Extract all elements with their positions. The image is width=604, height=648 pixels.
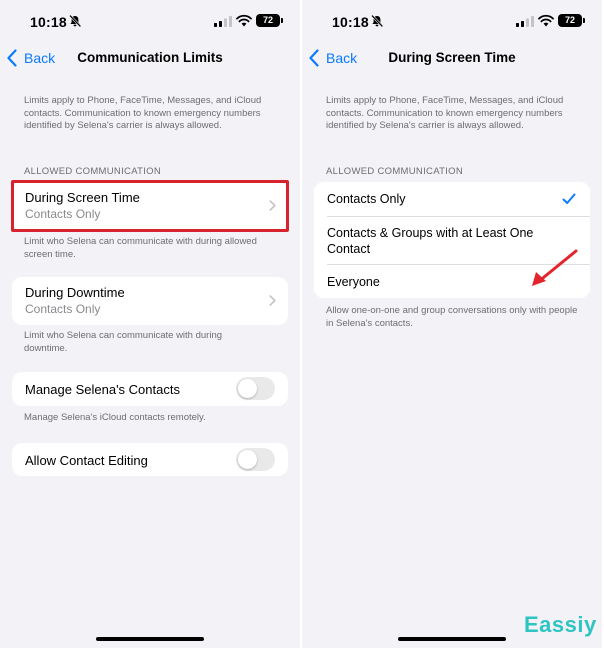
wifi-icon (236, 14, 252, 27)
option-contacts-only[interactable]: Contacts Only (314, 182, 590, 216)
status-bar: 10:18 72 (302, 0, 602, 44)
battery-indicator: 72 (558, 14, 582, 27)
manage-note: Manage Selena's iCloud contacts remotely… (24, 412, 206, 423)
section-header: ALLOWED COMMUNICATION (326, 166, 464, 177)
chevron-right-icon (269, 295, 276, 306)
status-time: 10:18 (332, 14, 369, 30)
screen-time-note: Limit who Selena can communicate with du… (24, 236, 257, 260)
row-label: Manage Selena's Contacts (25, 382, 180, 397)
battery-level: 72 (564, 15, 575, 25)
downtime-note: Limit who Selena can communicate with du… (24, 330, 223, 354)
battery-indicator: 72 (256, 14, 280, 27)
intro-text: Limits apply to Phone, FaceTime, Message… (24, 95, 262, 131)
manage-contacts-row: Manage Selena's Contacts (12, 372, 288, 406)
option-label: Contacts & Groups with at Least One Cont… (327, 226, 534, 256)
phone-during-screen-time: 10:18 72 Back During Screen Time Limits … (302, 0, 602, 648)
home-indicator (398, 637, 506, 641)
page-title: During Screen Time (388, 50, 516, 65)
screenshot-canvas: 10:18 72 Back Communication Limits Limit… (0, 0, 604, 648)
home-indicator (96, 637, 204, 641)
footer-note: Allow one-on-one and group conversations… (326, 305, 578, 329)
row-value: Contacts Only (25, 302, 101, 316)
manage-contacts-toggle[interactable] (236, 377, 275, 400)
toggle-knob (238, 379, 257, 398)
battery-cap (281, 18, 283, 23)
phone-communication-limits: 10:18 72 Back Communication Limits Limit… (0, 0, 300, 648)
option-label: Contacts Only (327, 192, 406, 206)
battery-level: 72 (262, 15, 273, 25)
bell-muted-icon (69, 14, 82, 28)
section-header: ALLOWED COMMUNICATION (24, 166, 162, 177)
row-title: During Downtime (25, 285, 125, 300)
highlight-box (11, 180, 289, 232)
cellular-signal-icon (214, 16, 232, 27)
bell-muted-icon (371, 14, 384, 28)
during-downtime-row[interactable]: During Downtime Contacts Only (12, 277, 288, 325)
cellular-signal-icon (516, 16, 534, 27)
brand-watermark: Eassiy (524, 612, 597, 637)
row-label: Allow Contact Editing (25, 453, 148, 468)
red-arrow-icon (532, 249, 578, 286)
wifi-icon (538, 14, 554, 27)
page-title: Communication Limits (77, 50, 223, 65)
status-time: 10:18 (30, 14, 67, 30)
battery-cap (583, 18, 585, 23)
navigation-bar: Back During Screen Time (302, 44, 602, 72)
navigation-bar: Back Communication Limits (0, 44, 300, 72)
allow-editing-toggle[interactable] (236, 448, 275, 471)
option-label: Everyone (327, 275, 380, 289)
checkmark-icon (562, 193, 576, 204)
allow-editing-row: Allow Contact Editing (12, 443, 288, 476)
status-bar: 10:18 72 (0, 0, 300, 44)
intro-text: Limits apply to Phone, FaceTime, Message… (326, 95, 564, 131)
toggle-knob (238, 450, 257, 469)
